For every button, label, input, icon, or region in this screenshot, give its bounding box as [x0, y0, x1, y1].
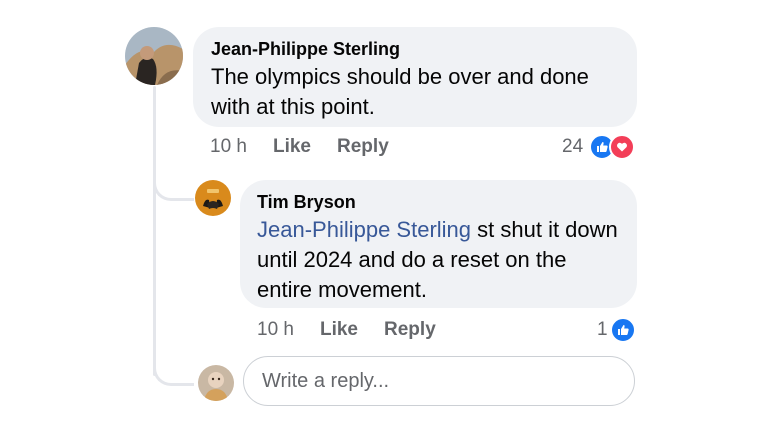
thread-line [153, 86, 156, 376]
thread-connector-reply [153, 160, 194, 201]
comment-reactions[interactable]: 24 [562, 134, 636, 160]
love-icon [609, 134, 636, 160]
avatar-jean-philippe[interactable] [125, 27, 183, 85]
reply-reactions[interactable]: 1 [597, 317, 636, 343]
current-user-avatar[interactable] [198, 365, 234, 401]
comment-time[interactable]: 10 h [210, 136, 247, 158]
reply-time[interactable]: 10 h [257, 319, 294, 341]
reply-reaction-count: 1 [597, 319, 608, 340]
reply-input[interactable] [260, 368, 634, 394]
reply-button[interactable]: Reply [337, 136, 389, 158]
avatar-tim-bryson[interactable] [195, 180, 231, 216]
mention-link[interactable]: Jean-Philippe Sterling [257, 217, 471, 242]
like-button[interactable]: Like [273, 136, 311, 158]
reply-composer[interactable] [243, 356, 635, 406]
reply-author[interactable]: Tim Bryson [257, 192, 356, 213]
thread-connector-composer [153, 345, 194, 386]
comment-author[interactable]: Jean-Philippe Sterling [211, 39, 400, 60]
comment-text: The olympics should be over and done wit… [211, 64, 589, 119]
reply-text: Jean-Philippe Sterling st shut it down u… [257, 215, 627, 305]
reply-like-button[interactable]: Like [320, 319, 358, 341]
reaction-count: 24 [562, 136, 584, 157]
like-icon [609, 317, 636, 343]
comment-actions: 10 h Like Reply [210, 136, 415, 158]
reply-actions: 10 h Like Reply [257, 319, 462, 341]
reply-reply-button[interactable]: Reply [384, 319, 436, 341]
comment-bubble: Jean-Philippe Sterling The olympics shou… [193, 27, 637, 127]
reply-bubble: Tim Bryson Jean-Philippe Sterling st shu… [240, 180, 637, 308]
